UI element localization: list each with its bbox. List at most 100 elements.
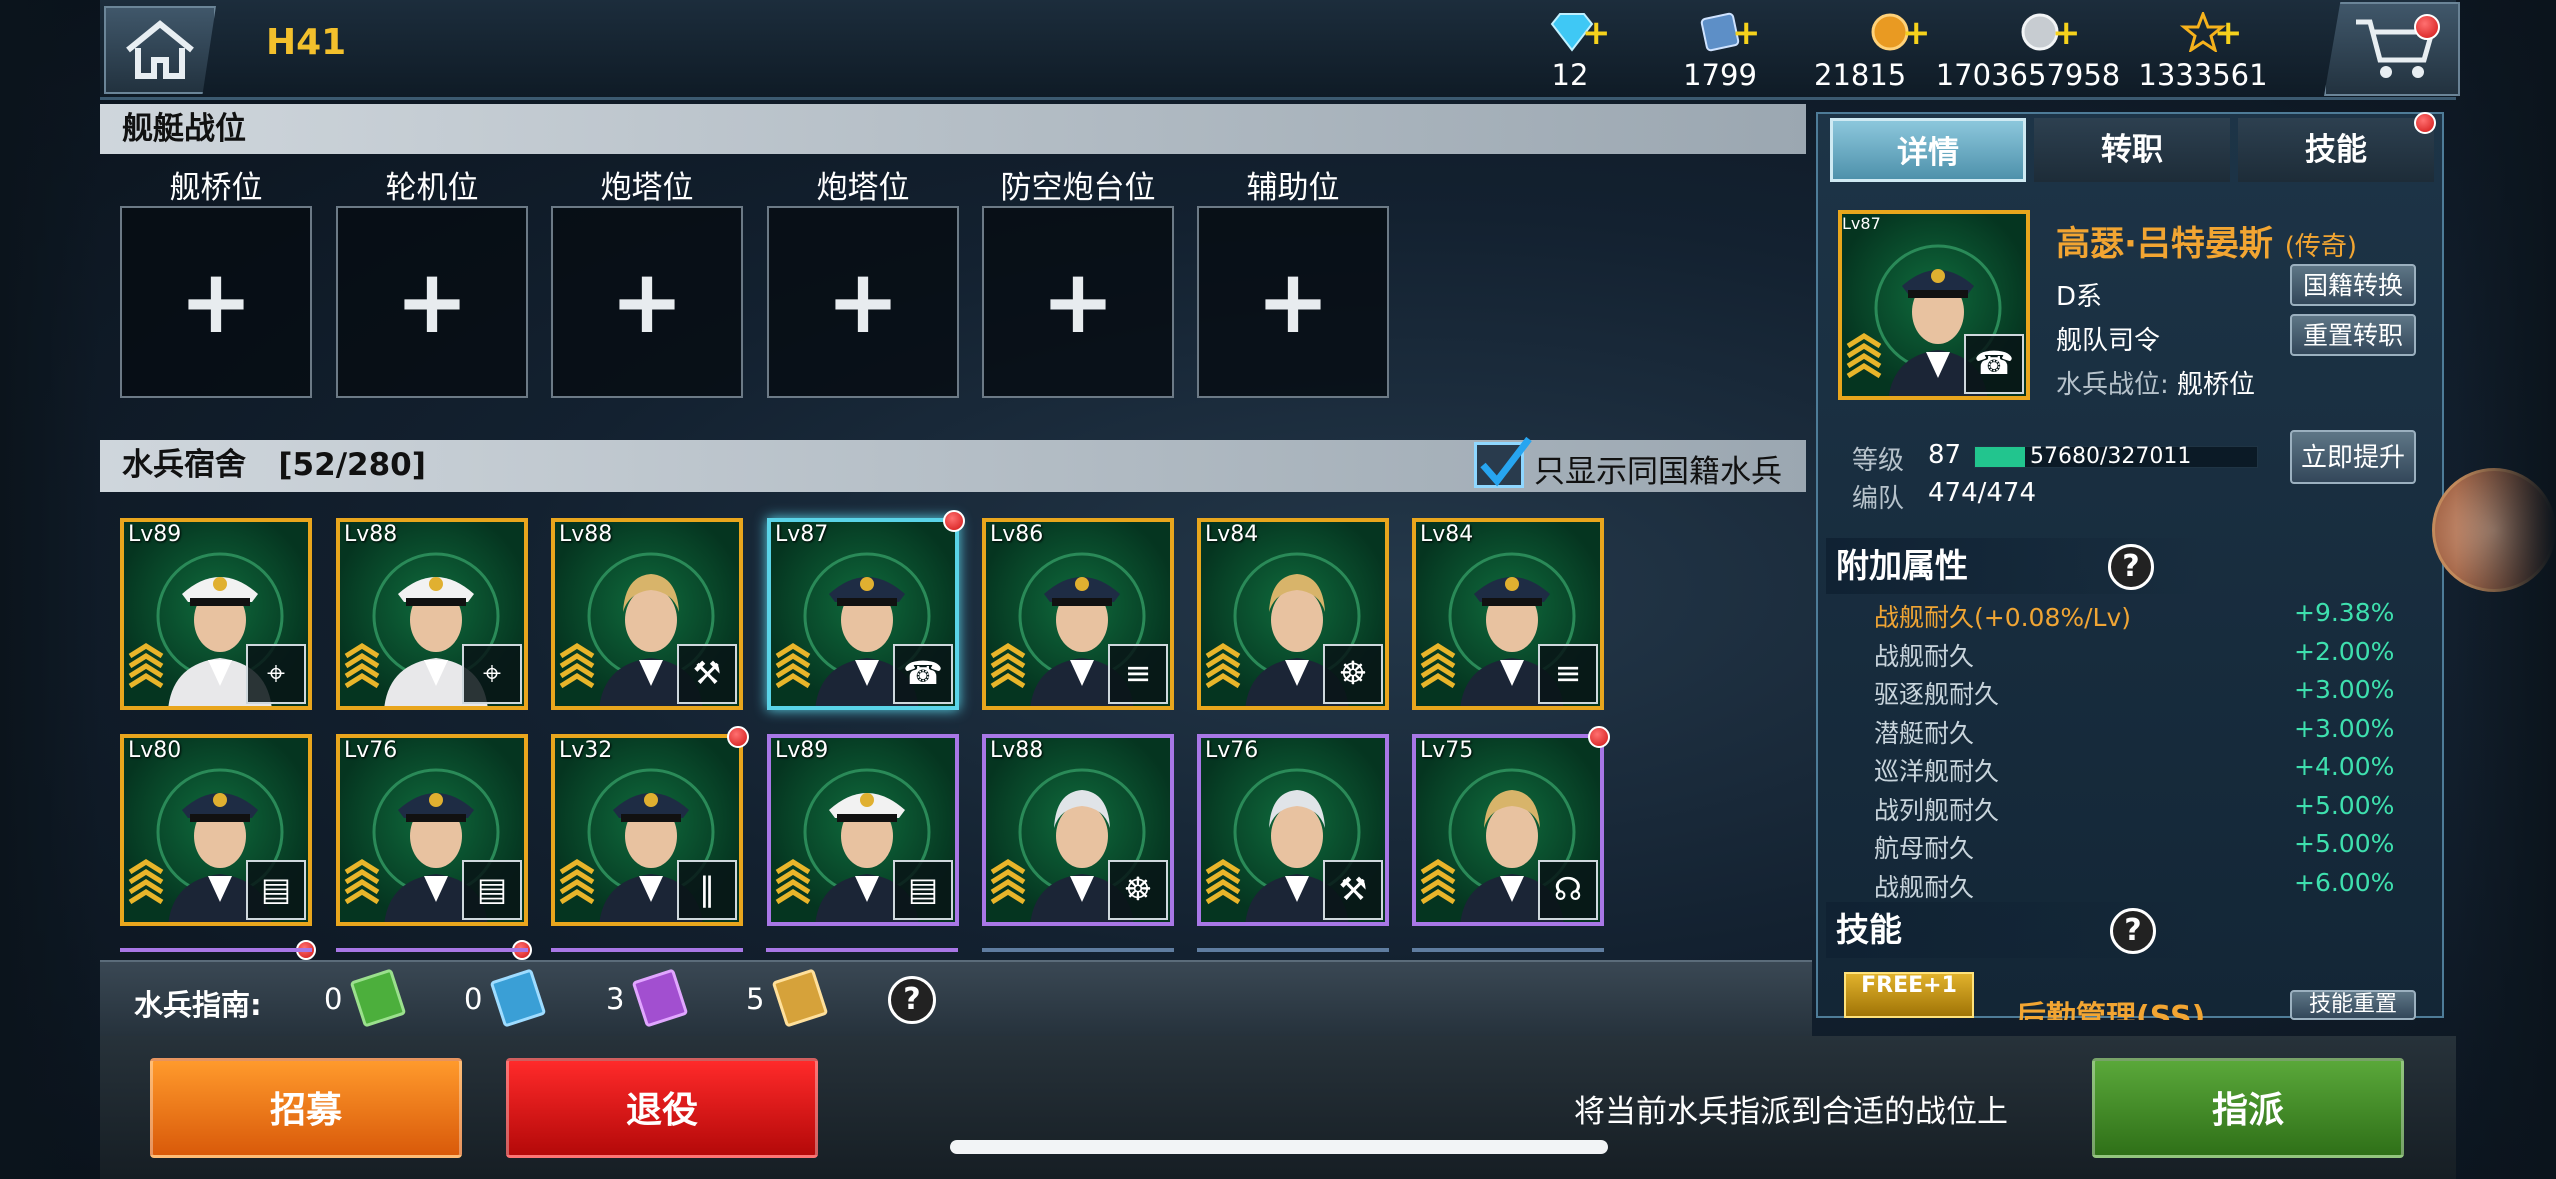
sailor-level: Lv88 bbox=[559, 522, 613, 547]
recruit-button[interactable]: 招募 bbox=[150, 1058, 462, 1158]
attribute-value: +5.00% bbox=[2294, 829, 2395, 858]
headset-icon: ☊ bbox=[1538, 860, 1598, 920]
radio-icon: ☎ bbox=[893, 644, 953, 704]
add-icon[interactable]: + bbox=[1902, 16, 1931, 50]
role-glyph: ☊ bbox=[1553, 870, 1583, 908]
tab-details[interactable]: 详情 bbox=[1830, 118, 2026, 182]
sailor-card[interactable]: Lv76 ▤ bbox=[336, 734, 528, 926]
sailor-card[interactable]: Lv89 ⌖ bbox=[120, 518, 312, 710]
upgrade-now-button[interactable]: 立即提升 bbox=[2290, 430, 2416, 484]
rank-chevron-icon bbox=[559, 643, 595, 689]
attribute-name: 战舰耐久 bbox=[1874, 872, 1975, 902]
rank-chevron-icon bbox=[990, 859, 1026, 905]
slot-aa[interactable]: + bbox=[982, 206, 1174, 398]
attribute-value: +3.00% bbox=[2294, 713, 2395, 743]
notification-dot bbox=[727, 726, 749, 748]
xp-text: 57680/327011 bbox=[2030, 444, 2192, 469]
add-icon[interactable]: + bbox=[2214, 16, 2243, 50]
role-glyph: ⌖ bbox=[482, 654, 502, 692]
player-name: H41 bbox=[266, 22, 347, 63]
role-glyph: ▤ bbox=[260, 870, 292, 908]
home-indicator[interactable] bbox=[950, 1140, 1608, 1154]
guide-green-book-icon[interactable] bbox=[349, 968, 407, 1028]
attribute-name: 巡洋舰耐久 bbox=[1874, 757, 2000, 786]
plus-icon: + bbox=[395, 250, 469, 353]
rank-chevron-icon bbox=[990, 643, 1026, 689]
detail-panel: 详情 转职 技能 Lv87 ☎ 高瑟·吕特晏斯 (传奇) D系 舰队司令 水兵战… bbox=[1816, 112, 2444, 1020]
sailor-level: Lv88 bbox=[344, 522, 398, 547]
resource-silver[interactable]: + 1703657958 bbox=[1936, 8, 2120, 92]
add-icon[interactable]: + bbox=[1732, 16, 1761, 50]
rank-chevron-icon bbox=[1205, 643, 1241, 689]
sailor-card[interactable]: Lv87 ☎ bbox=[767, 518, 959, 710]
hand-icon[interactable] bbox=[2432, 468, 2556, 592]
role-glyph: ⚒ bbox=[692, 654, 722, 692]
slot-engine[interactable]: + bbox=[336, 206, 528, 398]
radio-icon: ☎ bbox=[1964, 334, 2024, 394]
helm-icon: ☸ bbox=[1108, 860, 1168, 920]
sailor-card[interactable]: Lv76 ⚒ bbox=[1197, 734, 1389, 926]
role-glyph: ≡ bbox=[1124, 654, 1152, 692]
notification-dot bbox=[943, 510, 965, 532]
resource-blueprint[interactable]: + 1799 bbox=[1650, 8, 1790, 92]
tab-transfer[interactable]: 转职 bbox=[2034, 118, 2230, 182]
slot-turret-1[interactable]: + bbox=[551, 206, 743, 398]
help-icon[interactable]: ? bbox=[2108, 544, 2154, 590]
skill-reset-button[interactable]: 技能重置 bbox=[2290, 990, 2416, 1020]
rank-chevron-icon bbox=[344, 859, 380, 905]
sailor-level: Lv76 bbox=[344, 738, 398, 763]
slot-support[interactable]: + bbox=[1197, 206, 1389, 398]
nationality-change-button[interactable]: 国籍转换 bbox=[2290, 264, 2416, 306]
slot-turret-2[interactable]: + bbox=[767, 206, 959, 398]
slot-label-turret-2: 炮塔位 bbox=[816, 170, 910, 206]
assign-hint: 将当前水兵指派到合适的战位上 bbox=[1574, 1094, 2008, 1130]
guide-purple-book-icon[interactable] bbox=[631, 968, 689, 1028]
sailor-level: Lv87 bbox=[775, 522, 829, 547]
turret-icon: ▤ bbox=[246, 860, 306, 920]
role-glyph: ☸ bbox=[1123, 870, 1153, 908]
tools-icon: ⚒ bbox=[1323, 860, 1383, 920]
sailor-card[interactable]: Lv75 ☊ bbox=[1412, 734, 1604, 926]
game-screen: H41 + 12 + 1799 + 21815 + 1703657958 + 1… bbox=[0, 0, 2556, 1179]
sailor-card[interactable]: Lv89 ▤ bbox=[767, 734, 959, 926]
sailor-card[interactable]: Lv80 ▤ bbox=[120, 734, 312, 926]
fleet-value: 474/474 bbox=[1928, 478, 2037, 508]
guide-gold-book-icon[interactable] bbox=[771, 968, 829, 1028]
engineer-icon: ⚒ bbox=[677, 644, 737, 704]
officer-portrait: Lv87 ☎ bbox=[1838, 210, 2030, 400]
sailor-card[interactable]: Lv86 ≡ bbox=[982, 518, 1174, 710]
add-icon[interactable]: + bbox=[1582, 16, 1611, 50]
filter-checkbox[interactable] bbox=[1474, 436, 1532, 488]
sailor-card[interactable]: Lv88 ⌖ bbox=[336, 518, 528, 710]
sailor-card[interactable]: Lv32 ‖ bbox=[551, 734, 743, 926]
sailor-card[interactable]: Lv84 ≡ bbox=[1412, 518, 1604, 710]
sailor-level: Lv32 bbox=[559, 738, 613, 763]
level-label: 等级 bbox=[1852, 446, 1905, 476]
shop-cart-button[interactable] bbox=[2324, 2, 2460, 96]
add-icon[interactable]: + bbox=[2052, 16, 2081, 50]
role-glyph: ‖ bbox=[699, 870, 715, 908]
plus-icon: + bbox=[179, 250, 253, 353]
help-icon[interactable]: ? bbox=[2110, 908, 2156, 954]
help-icon[interactable]: ? bbox=[888, 976, 936, 1024]
officer-role: 舰队司令 bbox=[2056, 326, 2161, 356]
resource-diamond[interactable]: + 12 bbox=[1500, 8, 1640, 92]
rank-chevron-icon bbox=[775, 859, 811, 905]
resource-star[interactable]: + 1333561 bbox=[2128, 8, 2278, 92]
fleet-label: 编队 bbox=[1852, 484, 1905, 514]
rank-chevron-icon bbox=[128, 859, 164, 905]
notification-dot bbox=[1588, 726, 1610, 748]
sailor-card[interactable]: Lv84 ☸ bbox=[1197, 518, 1389, 710]
sailor-level: Lv80 bbox=[128, 738, 182, 763]
assign-button[interactable]: 指派 bbox=[2092, 1058, 2404, 1158]
sailor-card[interactable]: Lv88 ⚒ bbox=[551, 518, 743, 710]
sailor-card[interactable]: Lv88 ☸ bbox=[982, 734, 1174, 926]
retire-button[interactable]: 退役 bbox=[506, 1058, 818, 1158]
guide-blue-book-icon[interactable] bbox=[489, 968, 547, 1028]
bottom-bar: 招募 退役 将当前水兵指派到合适的战位上 指派 bbox=[100, 1036, 2456, 1179]
tab-skills[interactable]: 技能 bbox=[2238, 118, 2434, 182]
reset-transfer-button[interactable]: 重置转职 bbox=[2290, 314, 2416, 356]
slot-bridge[interactable]: + bbox=[120, 206, 312, 398]
home-button[interactable] bbox=[104, 6, 216, 94]
plus-icon: + bbox=[1041, 250, 1115, 353]
